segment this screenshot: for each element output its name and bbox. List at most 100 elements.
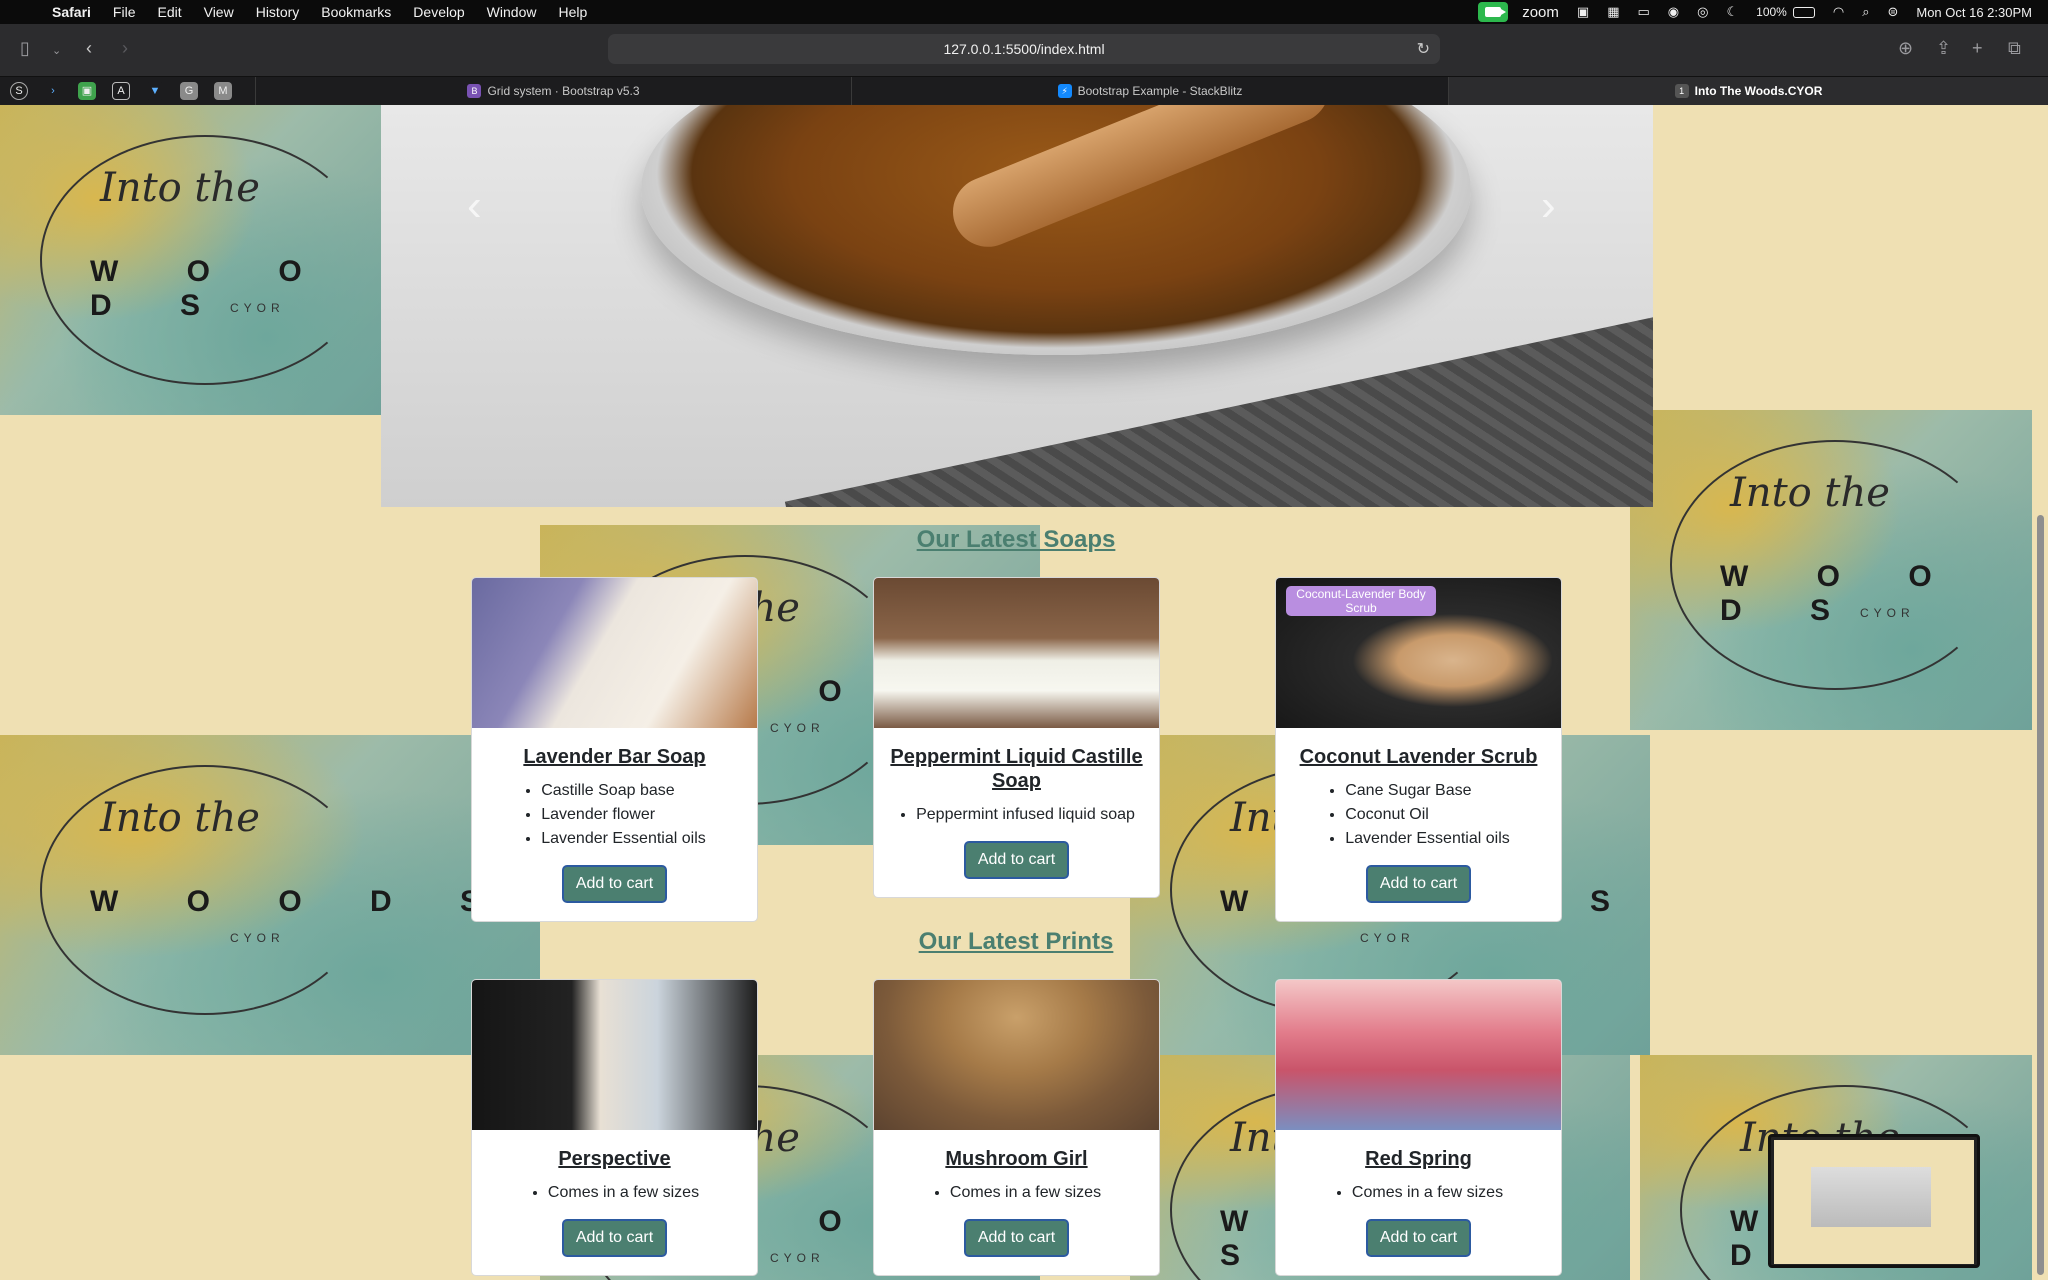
pinned-tab-icon[interactable]: A <box>112 81 130 100</box>
prints-heading[interactable]: Our Latest Prints <box>0 928 2032 956</box>
pinned-tab-icon[interactable]: ▼ <box>146 81 164 100</box>
address-bar[interactable]: 127.0.0.1:5500/index.html ↻ <box>608 34 1440 64</box>
web-page: Into theW O O D SCYOR Into theW O O D SC… <box>0 105 2032 1280</box>
soaps-heading[interactable]: Our Latest Soaps <box>0 526 2032 554</box>
pip-image-thumbnail <box>1811 1167 1931 1227</box>
menu-develop[interactable]: Develop <box>413 4 464 20</box>
card-title[interactable]: Coconut Lavender Scrub <box>1290 745 1547 769</box>
coconut-scrub-image: Coconut-Lavender Body Scrub <box>1276 578 1561 728</box>
menu-file[interactable]: File <box>113 4 136 20</box>
pinned-tab-icon[interactable]: M <box>214 81 232 100</box>
menu-help[interactable]: Help <box>558 4 587 20</box>
tab-bootstrap-grid[interactable]: B Grid system · Bootstrap v5.3 <box>255 77 851 105</box>
tab-label: Bootstrap Example - StackBlitz <box>1077 84 1243 98</box>
tab-overview-icon[interactable]: ⧉ <box>2008 38 2021 59</box>
menu-history[interactable]: History <box>256 4 300 20</box>
card-features: Comes in a few sizes <box>932 1181 1101 1205</box>
tab-stackblitz[interactable]: ⚡ Bootstrap Example - StackBlitz <box>851 77 1448 105</box>
video-camera-icon[interactable] <box>1478 2 1509 22</box>
share-icon[interactable]: ⇪ <box>1936 38 1951 59</box>
add-to-cart-button[interactable]: Add to cart <box>963 1219 1070 1257</box>
back-button-icon[interactable]: ‹ <box>86 38 92 59</box>
pinned-tabs: S › ▣ A ▼ G M <box>0 77 255 104</box>
pinned-tab-icon[interactable]: › <box>44 81 62 100</box>
new-tab-icon[interactable]: + <box>1972 38 1983 59</box>
menu-bookmarks[interactable]: Bookmarks <box>321 4 391 20</box>
feature-item: Lavender flower <box>541 803 706 827</box>
window-layout-icon[interactable]: ▦ <box>1607 4 1619 20</box>
feature-item: Lavender Essential oils <box>541 827 706 851</box>
card-features: Comes in a few sizes <box>530 1181 699 1205</box>
chevron-down-icon[interactable]: ⌄ <box>52 44 61 57</box>
product-card: Mushroom Girl Comes in a few sizes Add t… <box>873 979 1160 1276</box>
menu-window[interactable]: Window <box>487 4 537 20</box>
search-icon[interactable]: ⌕ <box>1862 4 1869 20</box>
product-card: Red Spring Comes in a few sizes Add to c… <box>1275 979 1562 1276</box>
pinned-tab-icon[interactable]: S <box>10 81 28 100</box>
control-center-icon[interactable]: ⊜ <box>1887 4 1898 20</box>
user-account-icon[interactable]: ◉ <box>1668 4 1679 20</box>
add-to-cart-button[interactable]: Add to cart <box>963 841 1070 879</box>
airplay-icon[interactable]: ◎ <box>1697 4 1708 20</box>
scrollbar-thumb[interactable] <box>2037 515 2044 1275</box>
card-title[interactable]: Mushroom Girl <box>888 1147 1145 1171</box>
carousel-next-icon[interactable]: › <box>1541 181 1556 231</box>
feature-item: Comes in a few sizes <box>548 1181 699 1205</box>
display-icon[interactable]: ▭ <box>1638 4 1650 20</box>
lavender-soap-image <box>472 578 757 728</box>
tab-into-the-woods[interactable]: 1 Into The Woods.CYOR <box>1448 77 2048 105</box>
page-scrollbar[interactable] <box>2032 105 2048 1280</box>
forward-button-icon[interactable]: › <box>122 38 128 59</box>
hero-carousel: ‹ › <box>381 105 1653 507</box>
card-title[interactable]: Lavender Bar Soap <box>486 745 743 769</box>
zoom-menu-label[interactable]: zoom <box>1522 4 1559 21</box>
browser-toolbar: ▯ ⌄ ‹ › 127.0.0.1:5500/index.html ↻ ⊕ ⇪ … <box>0 24 2048 76</box>
carousel-prev-icon[interactable]: ‹ <box>467 181 482 231</box>
perspective-print-image <box>472 980 757 1130</box>
battery-icon[interactable] <box>1792 6 1815 18</box>
pinned-tab-icon[interactable]: ▣ <box>78 81 96 100</box>
menu-app-safari[interactable]: Safari <box>52 4 91 20</box>
image-label: Coconut-Lavender Body Scrub <box>1286 586 1436 616</box>
feature-item: Coconut Oil <box>1345 803 1510 827</box>
feature-item: Comes in a few sizes <box>950 1181 1101 1205</box>
card-features: Cane Sugar Base Coconut Oil Lavender Ess… <box>1327 779 1510 851</box>
menu-edit[interactable]: Edit <box>157 4 181 20</box>
stackblitz-favicon-icon: ⚡ <box>1057 84 1072 98</box>
background-logo: Into theW O O D SCYOR <box>1630 410 2032 730</box>
card-title[interactable]: Perspective <box>486 1147 743 1171</box>
tab-label: Into The Woods.CYOR <box>1694 84 1823 98</box>
card-title[interactable]: Peppermint Liquid Castille Soap <box>888 745 1145 793</box>
bootstrap-favicon-icon: B <box>467 84 482 98</box>
wifi-icon[interactable]: ◠ <box>1833 4 1844 20</box>
card-features: Comes in a few sizes <box>1334 1181 1503 1205</box>
menubar: Safari File Edit View History Bookmarks … <box>0 0 2048 24</box>
feature-item: Lavender Essential oils <box>1345 827 1510 851</box>
feature-item: Peppermint infused liquid soap <box>916 803 1135 827</box>
page-favicon-icon: 1 <box>1674 84 1689 98</box>
feature-item: Castille Soap base <box>541 779 706 803</box>
product-card: Peppermint Liquid Castille Soap Peppermi… <box>873 577 1160 898</box>
menu-view[interactable]: View <box>204 4 234 20</box>
reload-icon[interactable]: ↻ <box>1417 39 1430 59</box>
focus-moon-icon[interactable]: ☾ <box>1726 4 1738 20</box>
product-card: Coconut-Lavender Body Scrub Coconut Lave… <box>1275 577 1562 922</box>
pinned-tab-icon[interactable]: G <box>180 81 198 100</box>
outlook-icon[interactable]: ▣ <box>1577 4 1589 20</box>
red-spring-print-image <box>1276 980 1561 1130</box>
add-to-cart-button[interactable]: Add to cart <box>561 865 668 903</box>
add-to-cart-button[interactable]: Add to cart <box>1365 865 1472 903</box>
add-to-cart-button[interactable]: Add to cart <box>1365 1219 1472 1257</box>
add-to-cart-button[interactable]: Add to cart <box>561 1219 668 1257</box>
card-features: Castille Soap base Lavender flower Laven… <box>523 779 706 851</box>
background-logo: Into theW O O D SCYOR <box>0 105 381 415</box>
picture-in-picture-preview[interactable] <box>1768 1134 1980 1268</box>
menubar-datetime[interactable]: Mon Oct 16 2:30PM <box>1916 5 2032 20</box>
card-title[interactable]: Red Spring <box>1290 1147 1547 1171</box>
downloads-icon[interactable]: ⊕ <box>1898 38 1913 59</box>
tab-label: Grid system · Bootstrap v5.3 <box>487 84 640 98</box>
address-url: 127.0.0.1:5500/index.html <box>943 41 1105 57</box>
card-features: Peppermint infused liquid soap <box>898 803 1135 827</box>
sidebar-toggle-icon[interactable]: ▯ <box>20 38 30 59</box>
peppermint-soap-image <box>874 578 1159 728</box>
